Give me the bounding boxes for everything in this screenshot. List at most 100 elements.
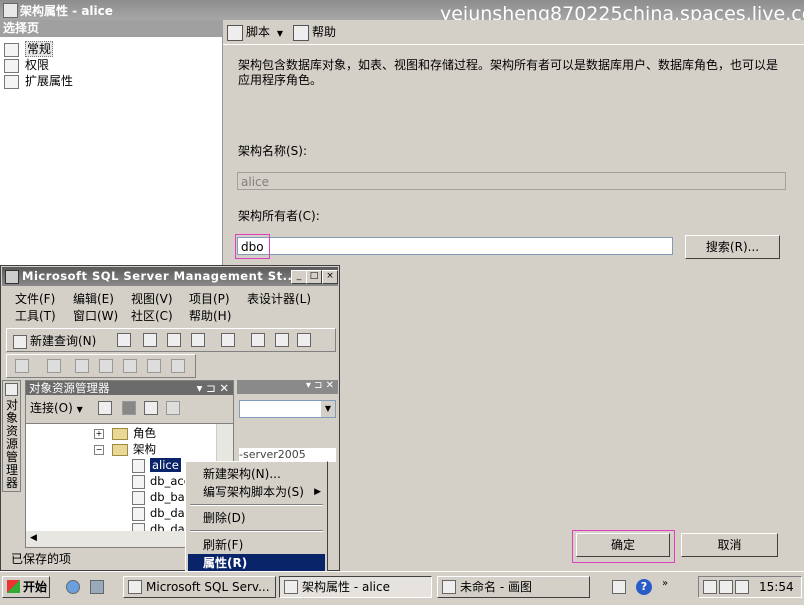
page-icon: [4, 58, 19, 73]
menu-item-script-schema-as[interactable]: 编写架构脚本为(S) ▶: [188, 483, 325, 501]
menu-window[interactable]: 窗口(W): [73, 308, 118, 325]
clock[interactable]: 15:54: [759, 579, 794, 595]
database-combo[interactable]: ▼: [239, 400, 336, 418]
tree-node-schema-alice[interactable]: alice: [132, 457, 181, 473]
menu-item-new-schema[interactable]: 新建架构(N)...: [188, 465, 325, 483]
save-all-icon[interactable]: [297, 333, 311, 347]
taskbar: 开始 Microsoft SQL Serv... 架构属性 - alice 未命…: [0, 571, 804, 605]
menu-table-designer[interactable]: 表设计器(L): [247, 291, 311, 308]
menu-project[interactable]: 项目(P): [189, 291, 230, 308]
menu-item-delete[interactable]: 删除(D): [188, 509, 325, 527]
server-icon[interactable]: [735, 580, 749, 594]
help-button[interactable]: 帮助: [293, 23, 336, 41]
schema-name-field[interactable]: alice: [237, 172, 786, 190]
db-query-icon[interactable]: [167, 333, 181, 347]
folder-icon: [112, 443, 128, 456]
file-icon[interactable]: [117, 333, 131, 347]
submenu-arrow-icon: ▶: [314, 487, 321, 497]
network-icon[interactable]: [612, 580, 626, 594]
tree-node-roles[interactable]: + 角色: [94, 425, 156, 441]
tree-node-schema[interactable]: db_bac: [132, 489, 191, 505]
menu-edit[interactable]: 编辑(E): [73, 291, 114, 308]
connect-object-explorer-icon[interactable]: [98, 401, 112, 415]
schema-owner-field[interactable]: dbo: [237, 237, 673, 255]
open-folder-icon[interactable]: [251, 333, 265, 347]
menu-view[interactable]: 视图(V): [131, 291, 173, 308]
nav-item-extended-properties[interactable]: 扩展属性: [4, 73, 73, 89]
schema-icon: [132, 458, 145, 473]
menu-separator: [190, 530, 323, 532]
taskbar-item-schema-properties[interactable]: 架构属性 - alice: [279, 576, 432, 598]
ssms-title-bar[interactable]: Microsoft SQL Server Management St... _ …: [2, 267, 338, 286]
stop-icon: [122, 401, 136, 415]
dialog-toolbar: 脚本 ▼ 帮助: [223, 20, 804, 45]
ok-button[interactable]: 确定: [576, 533, 670, 557]
page-icon: [4, 74, 19, 89]
side-tab-label: 对象资源管理器: [6, 398, 19, 490]
index-icon: [99, 359, 113, 373]
tree-node-schemas[interactable]: − 架构: [94, 441, 156, 457]
user-icon[interactable]: [703, 580, 717, 594]
panel-controls[interactable]: ▾ ⊐ ✕: [237, 380, 338, 394]
taskbar-item-paint[interactable]: 未命名 - 画图: [437, 576, 590, 598]
quick-launch-chevron-icon[interactable]: »: [662, 578, 668, 589]
select-page-header: 选择页: [0, 20, 225, 37]
owner-highlight-box: [235, 234, 270, 259]
filter-icon: [166, 401, 180, 415]
system-tray: 15:54: [698, 576, 802, 598]
save-icon[interactable]: [275, 333, 289, 347]
maximize-icon[interactable]: □: [306, 270, 322, 284]
start-button[interactable]: 开始: [2, 576, 50, 598]
tree-node-schema[interactable]: db_dat: [132, 505, 189, 521]
xml-icon: [147, 359, 161, 373]
menu-help[interactable]: 帮助(H): [189, 308, 231, 325]
connect-button[interactable]: 连接(O) ▼: [30, 399, 83, 416]
server-label: -server2005: [239, 448, 336, 462]
scroll-left-icon[interactable]: ◀: [30, 533, 37, 543]
minimize-icon[interactable]: _: [291, 270, 307, 284]
ssms-app-icon: [128, 580, 142, 594]
chevron-down-icon: ▼: [276, 29, 283, 38]
dialog-title: 架构属性 - alice: [20, 4, 113, 18]
dialog-icon: [284, 580, 298, 594]
paint-icon: [442, 580, 456, 594]
schema-icon: [132, 490, 145, 505]
menu-tools[interactable]: 工具(T): [15, 308, 56, 325]
ie-icon[interactable]: [66, 580, 80, 594]
menu-community[interactable]: 社区(C): [131, 308, 173, 325]
chevron-down-icon[interactable]: ▼: [321, 401, 335, 417]
refresh-icon[interactable]: [144, 401, 158, 415]
tree-node-schema[interactable]: db_acc: [132, 473, 190, 489]
menu-item-refresh[interactable]: 刷新(F): [188, 536, 325, 554]
new-query-button[interactable]: 新建查询(N): [13, 332, 96, 349]
db-query-icon[interactable]: [143, 333, 157, 347]
object-explorer-icon: [5, 383, 18, 396]
expand-icon[interactable]: +: [94, 428, 104, 439]
ssms-app-icon: [5, 270, 19, 284]
standard-toolbar: 新建查询(N): [6, 328, 336, 352]
panel-controls[interactable]: ▾ ⊐ ✕: [197, 381, 229, 395]
schema-icon: [132, 474, 145, 489]
object-explorer-side-tab[interactable]: 对象资源管理器: [2, 380, 21, 492]
schema-icon: [132, 506, 145, 521]
close-icon[interactable]: ×: [322, 270, 338, 284]
nav-item-general[interactable]: 常规: [4, 41, 54, 57]
menu-item-properties[interactable]: 属性(R): [188, 554, 325, 572]
quick-launch-icon[interactable]: [90, 580, 104, 594]
help-icon[interactable]: ?: [636, 579, 652, 595]
script-button[interactable]: 脚本 ▼: [227, 23, 283, 41]
check-constraint-icon: [123, 359, 137, 373]
db-query-icon[interactable]: [191, 333, 205, 347]
designer-toolbar: [6, 354, 196, 378]
chevron-down-icon: ▼: [76, 405, 83, 414]
object-explorer-title: 对象资源管理器 ▾ ⊐ ✕: [26, 381, 233, 395]
menu-file[interactable]: 文件(F): [15, 291, 55, 308]
copy-icon[interactable]: [221, 333, 235, 347]
nav-item-permissions[interactable]: 权限: [4, 57, 49, 73]
cancel-button[interactable]: 取消: [681, 533, 778, 557]
monitor-icon[interactable]: [719, 580, 733, 594]
new-query-icon: [13, 334, 27, 349]
taskbar-item-ssms[interactable]: Microsoft SQL Serv...: [123, 576, 276, 598]
collapse-icon[interactable]: −: [94, 444, 104, 455]
search-button[interactable]: 搜索(R)...: [685, 235, 780, 259]
